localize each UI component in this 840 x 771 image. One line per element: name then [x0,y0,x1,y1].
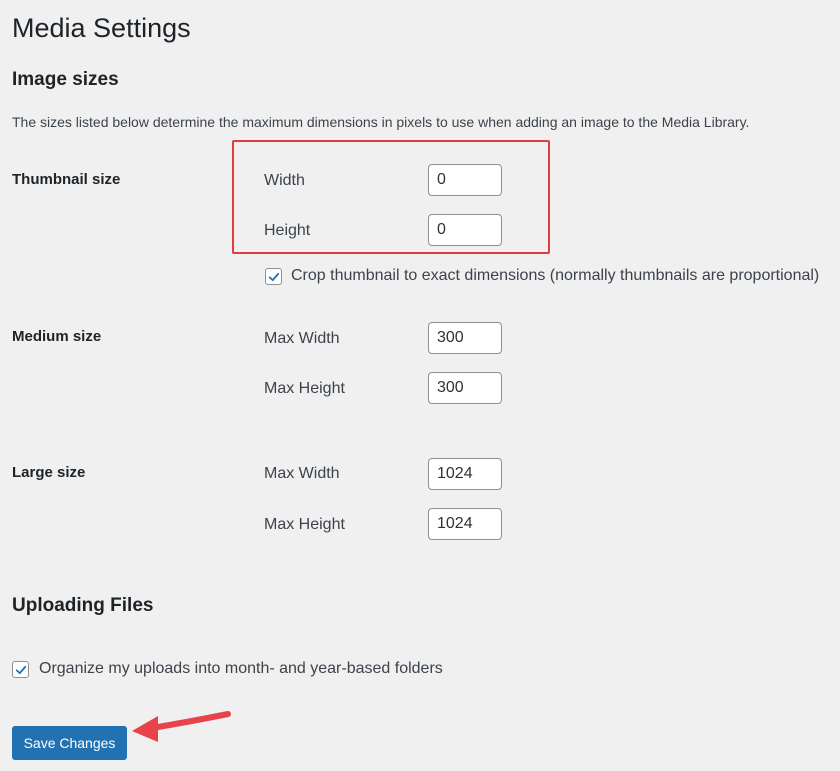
medium-height-label: Max Height [264,380,345,397]
image-sizes-description: The sizes listed below determine the max… [12,114,750,130]
checkmark-icon [15,665,26,674]
large-height-input[interactable] [428,508,502,540]
uploading-files-heading: Uploading Files [12,595,154,616]
medium-width-label: Max Width [264,330,340,347]
thumbnail-size-label: Thumbnail size [12,171,121,188]
large-height-label: Max Height [264,516,345,533]
crop-thumbnail-checkbox[interactable] [265,268,282,285]
thumbnail-width-label: Width [264,172,305,189]
image-sizes-heading: Image sizes [12,69,119,90]
organize-uploads-checkbox[interactable] [12,661,29,678]
checkmark-icon [268,272,279,281]
page-title: Media Settings [12,13,191,43]
large-size-label: Large size [12,464,86,481]
thumbnail-height-input[interactable] [428,214,502,246]
large-width-input[interactable] [428,458,502,490]
crop-thumbnail-label: Crop thumbnail to exact dimensions (norm… [291,267,820,284]
medium-size-label: Medium size [12,328,102,345]
thumbnail-height-label: Height [264,222,311,239]
organize-uploads-label: Organize my uploads into month- and year… [39,660,443,677]
medium-width-input[interactable] [428,322,502,354]
medium-height-input[interactable] [428,372,502,404]
annotation-arrow-icon [132,711,231,742]
thumbnail-width-input[interactable] [428,164,502,196]
save-changes-button[interactable]: Save Changes [12,726,127,760]
large-width-label: Max Width [264,465,340,482]
